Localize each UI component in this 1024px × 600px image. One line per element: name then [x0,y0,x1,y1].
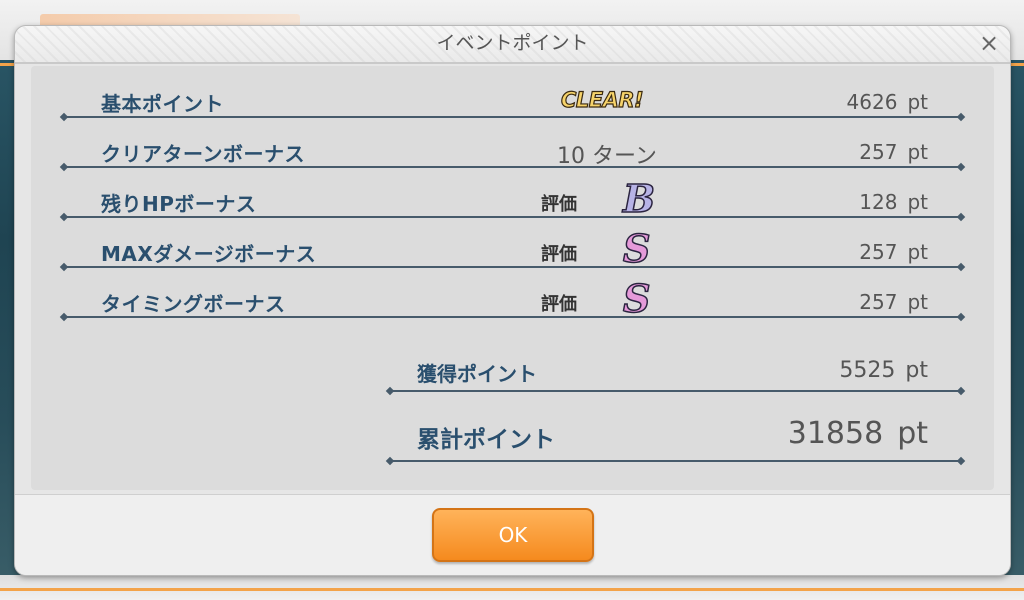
row-divider [65,166,961,168]
total-divider [391,460,961,462]
row-max-damage-bonus: MAXダメージボーナス 評価 S 257 pt [31,225,994,286]
row-value: 257 pt [859,240,928,264]
points-unit: pt [907,240,928,264]
divider-end-icon [385,386,395,396]
rank-s-icon: S [622,225,651,272]
points-number: 257 [859,290,898,314]
row-value: 257 pt [859,140,928,164]
dialog-title: イベントポイント [436,32,589,54]
rank-s-icon: S [622,275,651,322]
rank-label: 評価 [541,194,577,215]
row-label: クリアターンボーナス [101,142,305,166]
row-divider [65,116,961,118]
points-number: 257 [859,140,898,164]
points-unit: pt [907,90,928,114]
row-value: 128 pt [859,190,928,214]
rank-b-icon: B [622,175,656,222]
row-timing-bonus: タイミングボーナス 評価 S 257 pt [31,275,994,336]
ok-button[interactable]: OK [432,508,594,562]
row-label: MAXダメージボーナス [101,242,317,266]
points-unit: pt [907,190,928,214]
points-number: 5525 [839,358,896,383]
points-number: 257 [859,240,898,264]
row-value: 4626 pt [847,90,928,114]
rank-label: 評価 [541,294,577,315]
event-points-dialog: イベントポイント × 基本ポイント CLEAR! 4626 pt クリアターンボー… [14,25,1011,576]
background-bottom-orange-line [0,588,1024,591]
close-icon[interactable]: × [974,28,1004,58]
row-value: 257 pt [859,290,928,314]
row-base-points: 基本ポイント CLEAR! 4626 pt [31,86,994,136]
row-remaining-hp-bonus: 残りHPボーナス 評価 B 128 pt [31,175,994,236]
total-points-value: 31858 pt [788,416,928,451]
row-label: タイミングボーナス [101,292,286,316]
points-number: 4626 [846,90,898,114]
points-number: 128 [859,190,898,214]
earned-points-label: 獲得ポイント [417,362,537,386]
row-divider [65,316,961,318]
points-unit: pt [905,358,928,383]
row-divider [65,266,961,268]
total-points-label: 累計ポイント [417,427,555,453]
earned-points-value: 5525 pt [839,358,928,383]
points-unit: pt [907,140,928,164]
points-number: 31858 [787,416,884,451]
rank-label: 評価 [541,244,577,265]
dialog-footer: OK [15,494,1010,575]
points-unit: pt [907,290,928,314]
row-label: 基本ポイント [101,92,224,116]
points-content: 基本ポイント CLEAR! 4626 pt クリアターンボーナス 10 ターン 2… [31,66,994,490]
clear-badge: CLEAR! [560,87,644,112]
earned-divider [391,390,961,392]
divider-end-icon [385,456,395,466]
dialog-header: イベントポイント × [15,26,1010,64]
row-clear-turn-bonus: クリアターンボーナス 10 ターン 257 pt [31,136,994,186]
row-divider [65,216,961,218]
divider-end-icon [956,456,966,466]
row-label: 残りHPボーナス [101,192,257,216]
points-unit: pt [897,416,928,451]
divider-end-icon [956,386,966,396]
